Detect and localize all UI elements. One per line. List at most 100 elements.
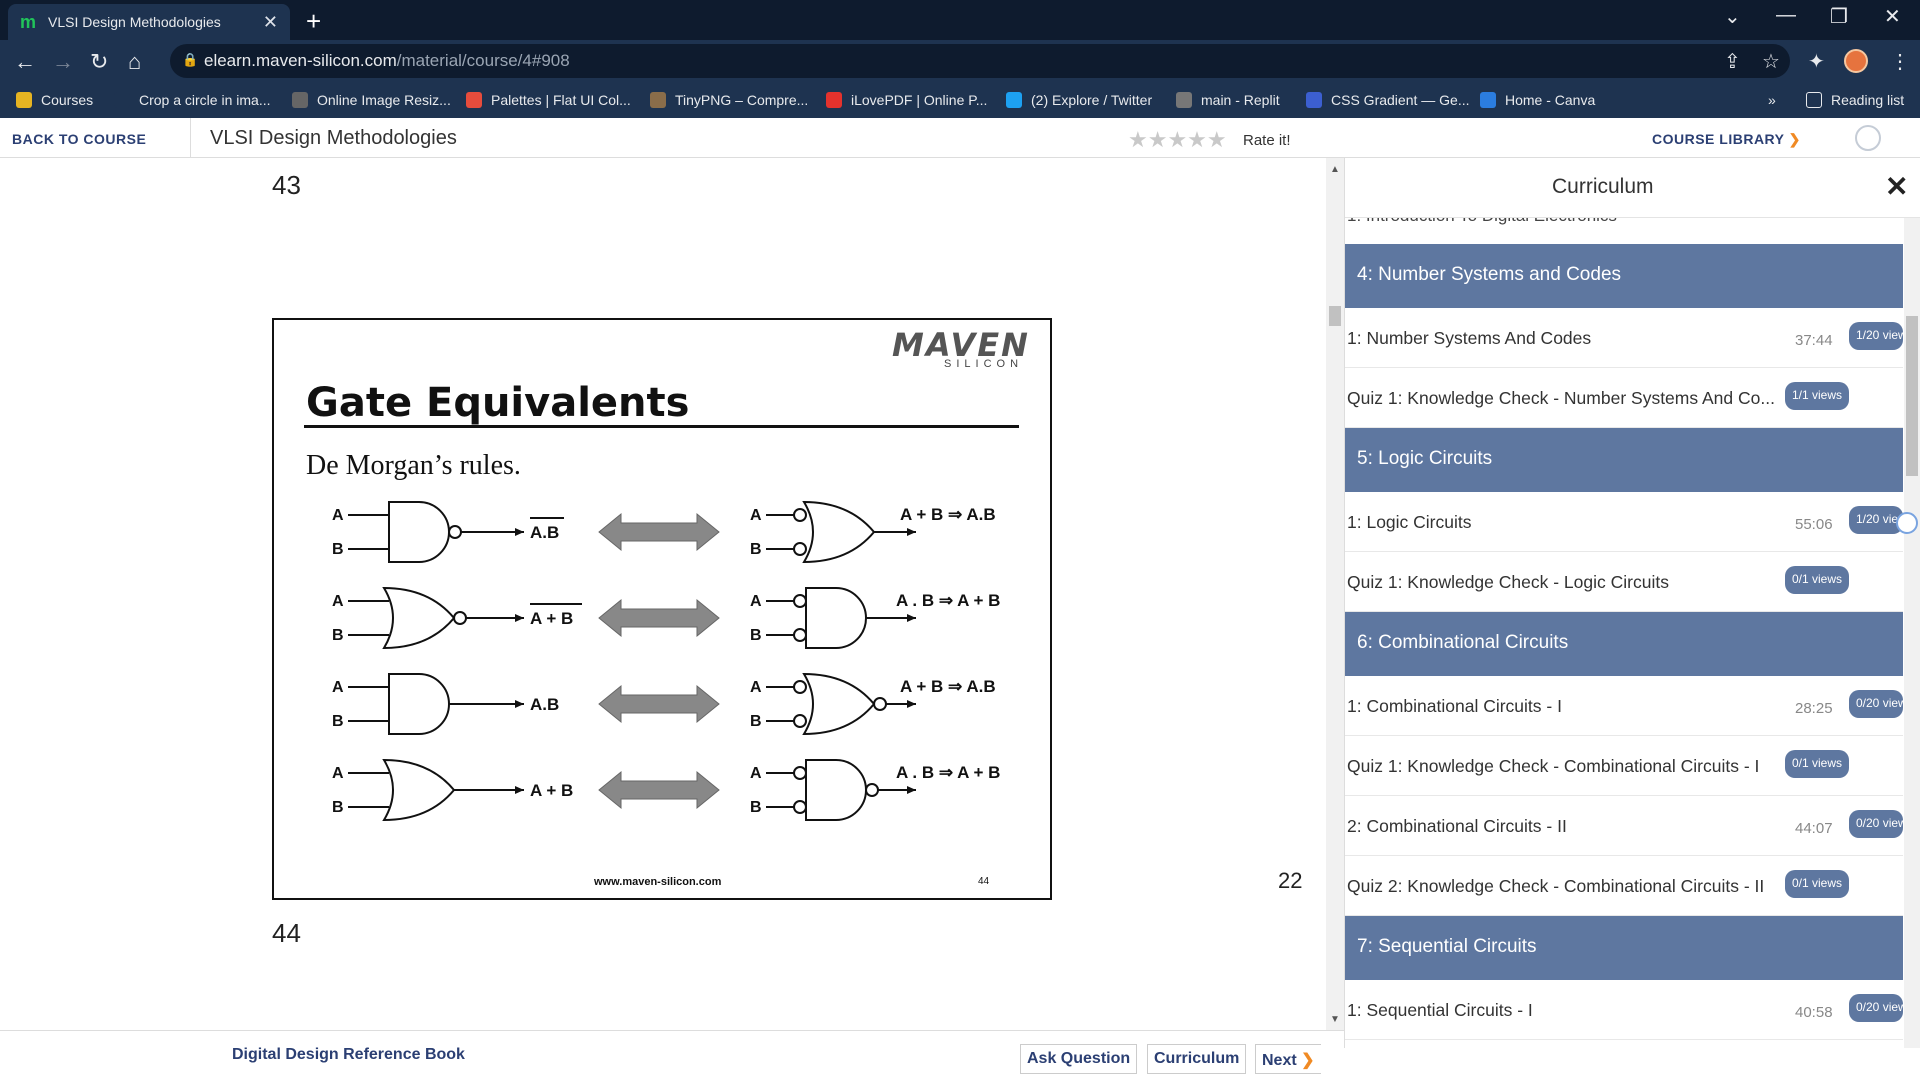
slide-image: MAVEN SILICON Gate Equivalents De Morgan… — [272, 318, 1052, 900]
back-arrow-icon[interactable]: ← — [14, 49, 36, 75]
views-badge: 0/20 views — [1849, 994, 1903, 1022]
share-icon[interactable]: ⇪ — [1724, 49, 1741, 74]
course-library-label: COURSE LIBRARY — [1652, 131, 1785, 147]
bookmark-label: Crop a circle in ima... — [139, 92, 271, 108]
inverter-bubble — [793, 766, 807, 780]
slide-page-number: 44 — [978, 876, 990, 887]
bookmark-item[interactable]: Home - Canva — [1480, 92, 1595, 108]
bookmarks-overflow-icon[interactable]: » — [1768, 92, 1776, 108]
inverter-bubble — [793, 800, 807, 814]
window-close-icon[interactable]: ✕ — [1884, 4, 1901, 29]
curriculum-lesson-item[interactable]: 1: Combinational Circuits - I 28:25 0/20 v… — [1345, 676, 1903, 736]
input-label-b: B — [750, 713, 762, 730]
input-label-b: B — [332, 799, 344, 816]
bookmark-item[interactable]: Online Image Resiz... — [292, 92, 451, 108]
extensions-icon[interactable]: ✦ — [1808, 49, 1825, 74]
lesson-duration: 40:58 — [1795, 1004, 1833, 1021]
bookmark-item[interactable]: (2) Explore / Twitter — [1006, 92, 1152, 108]
close-panel-icon[interactable]: ✕ — [1885, 170, 1908, 203]
reference-book-link[interactable]: Digital Design Reference Book — [232, 1046, 465, 1064]
reading-list-button[interactable]: Reading list — [1806, 92, 1904, 108]
curriculum-scroll-thumb[interactable] — [1906, 316, 1918, 476]
left-gate-output-label: A + B — [530, 609, 573, 628]
bookmark-item[interactable]: Courses — [16, 92, 93, 108]
reload-icon[interactable]: ↻ — [90, 49, 108, 75]
arrow-head — [515, 786, 524, 794]
views-badge: 0/1 views — [1785, 750, 1850, 778]
bookmark-item[interactable]: CSS Gradient — Ge... — [1306, 92, 1470, 108]
curriculum-lesson-item[interactable]: Quiz 1: Knowledge Check - Number Systems… — [1345, 368, 1903, 428]
url-path: /material/course/4#908 — [396, 51, 570, 70]
curriculum-lesson-item[interactable]: 1: Sequential Circuits - I 40:58 0/20 view… — [1345, 980, 1903, 1040]
bookmark-favicon-icon — [292, 92, 308, 108]
arrow-head — [515, 614, 524, 622]
tab-search-icon[interactable]: ⌄ — [1724, 4, 1741, 29]
address-bar[interactable]: 🔒 elearn.maven-silicon.com/material/cour… — [170, 44, 1790, 78]
bookmark-star-icon[interactable]: ☆ — [1762, 49, 1780, 74]
views-badge: 0/1 views — [1785, 870, 1850, 898]
rate-it-label[interactable]: Rate it! — [1243, 132, 1291, 149]
curriculum-section-header[interactable]: 6: Combinational Circuits — [1345, 612, 1903, 676]
bookmark-item[interactable]: Palettes | Flat UI Col... — [466, 92, 631, 108]
minimize-icon[interactable]: — — [1776, 4, 1796, 27]
curriculum-section-header[interactable]: 4: Number Systems and Codes — [1345, 244, 1903, 308]
menu-dots-icon[interactable]: ⋮ — [1890, 49, 1910, 74]
curriculum-lesson-item[interactable]: 1: Logic Circuits 55:06 1/20 views — [1345, 492, 1903, 552]
views-badge: 1/1 views — [1785, 382, 1850, 410]
curriculum-button[interactable]: Curriculum — [1147, 1044, 1247, 1074]
reading-list-label: Reading list — [1831, 92, 1905, 108]
course-library-link[interactable]: COURSE LIBRARY ❯ — [1652, 131, 1801, 148]
curriculum-lesson-item[interactable]: Quiz 1: Knowledge Check - Combinational … — [1345, 736, 1903, 796]
new-tab-button[interactable]: + — [306, 6, 321, 37]
forward-arrow-icon[interactable]: → — [52, 49, 74, 75]
home-icon[interactable]: ⌂ — [128, 49, 141, 75]
bookmark-item[interactable]: iLovePDF | Online P... — [826, 92, 987, 108]
left-gate-output-label: A.B — [530, 695, 559, 714]
bookmark-label: TinyPNG – Compre... — [675, 92, 809, 108]
equivalence-arrow-icon — [598, 512, 720, 552]
curriculum-lesson-item[interactable]: 2: Combinational Circuits - II 44:07 0/20 … — [1345, 796, 1903, 856]
curriculum-section-header[interactable]: 7: Sequential Circuits — [1345, 916, 1903, 980]
bookmark-item[interactable]: TinyPNG – Compre... — [650, 92, 808, 108]
user-avatar-icon[interactable] — [1855, 125, 1881, 151]
browser-tab-active[interactable]: m VLSI Design Methodologies ✕ — [8, 4, 290, 40]
rating-stars[interactable]: ★★★★★ — [1128, 127, 1227, 153]
curriculum-section-header[interactable]: 5: Logic Circuits — [1345, 428, 1903, 492]
restore-icon[interactable]: ❐ — [1830, 4, 1848, 29]
views-badge: 0/1 views — [1785, 566, 1850, 594]
scroll-up-icon[interactable]: ▲ — [1330, 164, 1340, 175]
content-scroll-thumb[interactable] — [1329, 306, 1341, 326]
lesson-duration: 28:25 — [1795, 700, 1833, 717]
input-label-a: A — [332, 679, 344, 696]
curriculum-lesson-item[interactable]: Quiz 2: Knowledge Check - Combinational … — [1345, 856, 1903, 916]
or-gate-icon — [802, 672, 876, 736]
inverter-bubble — [793, 714, 807, 728]
scroll-down-icon[interactable]: ▼ — [1330, 1014, 1340, 1025]
bookmark-favicon-icon — [114, 92, 130, 108]
bookmark-favicon-icon — [16, 92, 32, 108]
curriculum-lesson-item[interactable]: 1: Number Systems And Codes 37:44 1/20 vie… — [1345, 308, 1903, 368]
ask-question-button[interactable]: Ask Question — [1020, 1044, 1138, 1074]
profile-avatar[interactable] — [1844, 49, 1868, 73]
input-label-b: B — [332, 541, 344, 558]
back-to-course-link[interactable]: BACK TO COURSE — [12, 131, 146, 147]
bookmark-item[interactable]: main - Replit — [1176, 92, 1280, 108]
curriculum-lesson-item[interactable]: Quiz 1: Knowledge Check - Logic Circuits… — [1345, 552, 1903, 612]
and-gate-icon — [388, 501, 450, 563]
equivalence-arrow-icon — [598, 684, 720, 724]
course-title: VLSI Design Methodologies — [210, 127, 457, 149]
tab-close-icon[interactable]: ✕ — [263, 12, 278, 33]
mic-icon[interactable] — [1896, 512, 1918, 534]
input-label-a: A — [332, 507, 344, 524]
lesson-name: 1: Combinational Circuits - I — [1347, 696, 1562, 716]
content-scrollbar[interactable] — [1326, 158, 1344, 1030]
bookmark-favicon-icon — [1480, 92, 1496, 108]
curriculum-lesson-item[interactable]: Quiz 1: Knowledge Check - Sequential Cir… — [1345, 1040, 1903, 1048]
bookmark-label: (2) Explore / Twitter — [1031, 92, 1153, 108]
bookmark-item[interactable]: Crop a circle in ima... — [114, 92, 270, 108]
next-button[interactable]: Next ❯ — [1255, 1044, 1321, 1074]
lesson-name: Quiz 1: Knowledge Check - Combinational … — [1347, 756, 1760, 776]
right-gate-output-label: A + B ⇒ A.B — [900, 677, 996, 696]
bottom-bar: Digital Design Reference Book Ask Questi… — [0, 1030, 1344, 1080]
lesson-name: 1: Sequential Circuits - I — [1347, 1000, 1533, 1020]
